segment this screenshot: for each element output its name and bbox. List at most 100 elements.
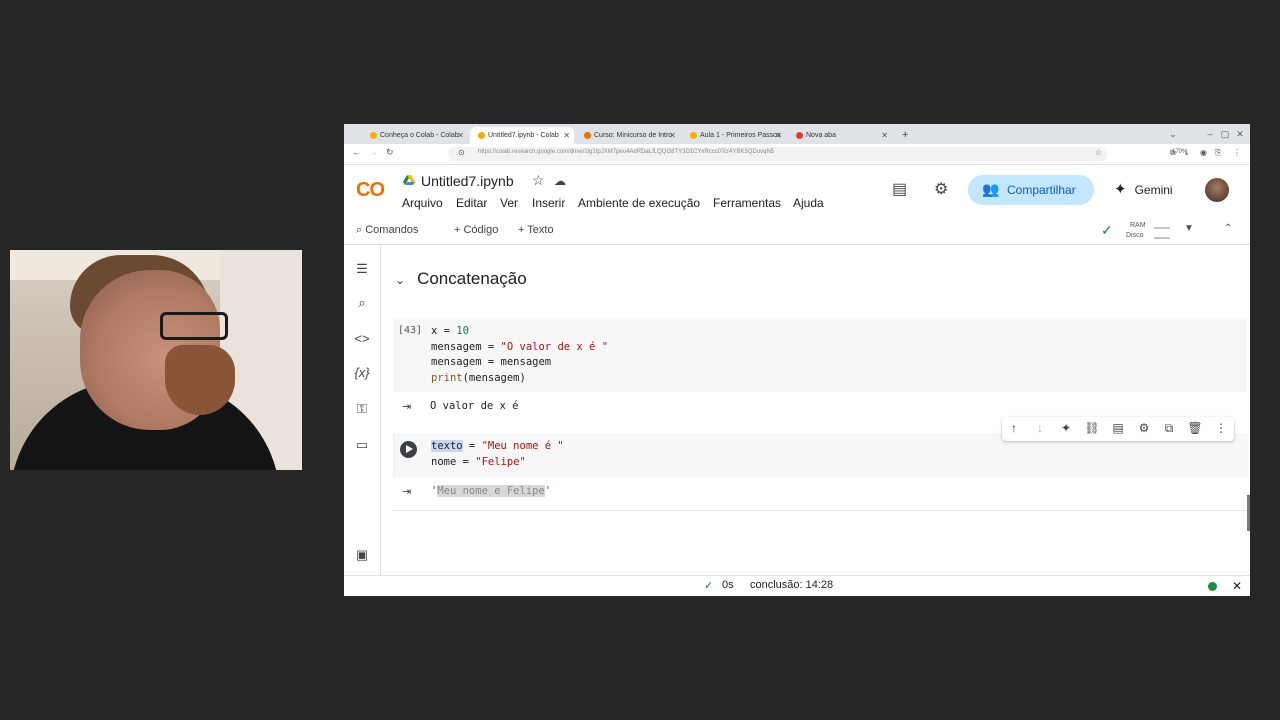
share-button[interactable]: 👥 Compartilhar bbox=[968, 175, 1094, 205]
add-text-button[interactable]: + Texto bbox=[518, 224, 554, 236]
tab-close-icon[interactable]: ✕ bbox=[881, 127, 888, 144]
browser-menu-icon[interactable]: ⋮ bbox=[1233, 148, 1241, 157]
star-icon[interactable]: ☆ bbox=[532, 172, 545, 189]
back-icon[interactable]: ← bbox=[352, 147, 361, 157]
maximize-icon[interactable]: ▢ bbox=[1219, 127, 1231, 141]
files-folder-icon[interactable]: ▭ bbox=[352, 437, 372, 453]
disk-label: Disco bbox=[1126, 232, 1144, 239]
terminal-icon[interactable]: ▣ bbox=[352, 547, 372, 563]
status-bar: ✓ 0s conclusão: 14:28 ✕ bbox=[344, 575, 1250, 596]
browser-tab[interactable]: Curso: Minicurso de Intro ✕ bbox=[576, 127, 680, 144]
browser-tab[interactable]: Aula 1 - Primeiros Passos ✕ bbox=[682, 127, 786, 144]
gemini-label: Gemini bbox=[1134, 183, 1173, 197]
browser-window: Conheça o Colab - Colab ✕ Untitled7.ipynb… bbox=[344, 124, 1250, 596]
cell-output: 'Meu nome e Felipe' bbox=[431, 485, 551, 497]
secrets-key-icon[interactable]: ⚿ bbox=[352, 401, 372, 417]
menu-ambiente-de-execucao[interactable]: Ambiente de execução bbox=[578, 196, 700, 210]
account-icon[interactable]: ◉ bbox=[1200, 148, 1207, 157]
output-toggle-icon[interactable]: ⇥ bbox=[402, 485, 411, 498]
tab-close-icon[interactable]: ✕ bbox=[457, 127, 464, 144]
gemini-spark-icon[interactable]: ✦ bbox=[1057, 421, 1075, 435]
ram-label: RAM bbox=[1130, 222, 1146, 229]
url-text: https://colab.research.google.com/drive/… bbox=[478, 149, 775, 155]
tab-close-icon[interactable]: ✕ bbox=[669, 127, 676, 144]
menu-ajuda[interactable]: Ajuda bbox=[793, 196, 824, 210]
tab-close-icon[interactable]: ✕ bbox=[563, 127, 570, 144]
comments-icon[interactable]: ▤ bbox=[892, 179, 907, 199]
tab-close-icon[interactable]: ✕ bbox=[775, 127, 782, 144]
reload-icon[interactable]: ↻ bbox=[386, 147, 394, 158]
execution-count: [43] bbox=[398, 325, 423, 336]
code-string: "Meu nome é " bbox=[481, 440, 564, 452]
bookmark-star-icon[interactable]: ☆ bbox=[1095, 148, 1102, 157]
completion-time: conclusão: 14:28 bbox=[750, 579, 834, 591]
more-options-icon[interactable]: ⋮ bbox=[1212, 421, 1230, 435]
move-down-icon[interactable]: ↓ bbox=[1031, 421, 1049, 435]
find-replace-icon[interactable]: ⌕ bbox=[352, 295, 372, 311]
browser-tab[interactable]: Nova aba ✕ bbox=[788, 127, 892, 144]
code-snippets-icon[interactable]: <> bbox=[352, 331, 372, 346]
cell-settings-gear-icon[interactable]: ⚙ bbox=[1135, 421, 1153, 435]
add-code-button[interactable]: + Código bbox=[454, 224, 498, 236]
delete-trash-icon[interactable]: 🗑 bbox=[1186, 421, 1204, 435]
comment-icon[interactable]: ▤ bbox=[1109, 421, 1127, 435]
code-editor[interactable]: x = 10 mensagem = "O valor de x é " mens… bbox=[431, 324, 608, 386]
webcam-person-beard bbox=[165, 345, 235, 415]
code-token: mensagem = mensagem bbox=[431, 356, 552, 368]
output-toggle-icon[interactable]: ⇥ bbox=[402, 400, 411, 413]
menu-inserir[interactable]: Inserir bbox=[532, 196, 565, 210]
move-up-icon[interactable]: ↑ bbox=[1005, 421, 1023, 435]
section-heading[interactable]: ⌄ Concatenação bbox=[395, 269, 527, 289]
code-number: 10 bbox=[456, 325, 469, 337]
menu-editar[interactable]: Editar bbox=[456, 196, 487, 210]
code-editor[interactable]: texto = "Meu nome é " nome = "Felipe" bbox=[431, 439, 564, 470]
menu-ver[interactable]: Ver bbox=[500, 196, 518, 210]
close-status-icon[interactable]: ✕ bbox=[1232, 579, 1242, 593]
browser-tab[interactable]: Conheça o Colab - Colab ✕ bbox=[362, 127, 468, 144]
collapse-header-icon[interactable]: ⌃ bbox=[1224, 223, 1232, 234]
ram-bar bbox=[1154, 227, 1170, 229]
notebook-toolbar: ⌕ Comandos + Código + Texto ✓ RAM Disco … bbox=[344, 220, 1250, 245]
notebook-title[interactable]: Untitled7.ipynb bbox=[421, 173, 514, 189]
disk-bar bbox=[1154, 237, 1170, 239]
avatar[interactable] bbox=[1205, 178, 1229, 202]
code-token: nome = bbox=[431, 455, 476, 468]
new-tab-button[interactable]: + bbox=[902, 127, 908, 144]
commands-button[interactable]: ⌕ Comandos bbox=[356, 224, 418, 237]
variables-icon[interactable]: {x} bbox=[352, 365, 372, 380]
new-tab-favicon-icon bbox=[796, 131, 803, 139]
minimize-icon[interactable]: – bbox=[1204, 127, 1216, 141]
site-info-icon[interactable]: ⊙ bbox=[458, 148, 465, 157]
run-cell-button[interactable] bbox=[400, 441, 417, 458]
cloud-saved-icon[interactable]: ☁ bbox=[554, 174, 566, 188]
menu-arquivo[interactable]: Arquivo bbox=[402, 196, 443, 210]
scrollbar-thumb[interactable] bbox=[1247, 495, 1250, 531]
left-sidebar: ☰ ⌕ <> {x} ⚿ ▭ ▣ bbox=[344, 245, 381, 575]
url-field[interactable]: ⊙ https://colab.research.google.com/driv… bbox=[448, 147, 1187, 161]
close-window-icon[interactable]: ✕ bbox=[1234, 127, 1246, 141]
settings-gear-icon[interactable]: ⚙ bbox=[934, 179, 948, 199]
chevron-down-icon[interactable]: ⌄ bbox=[395, 273, 405, 287]
browser-tab-active[interactable]: Untitled7.ipynb - Colab ✕ bbox=[470, 127, 574, 144]
mirror-cell-icon[interactable]: ⧉ bbox=[1160, 421, 1178, 436]
tab-list-icon[interactable]: ⌄ bbox=[1167, 127, 1179, 141]
runtime-dropdown-icon[interactable]: ▼ bbox=[1184, 223, 1194, 234]
logo-text: CO bbox=[356, 179, 385, 201]
notebook-area: ⌄ Concatenação [43] x = 10 mensagem = "O … bbox=[381, 245, 1250, 575]
extensions-icon[interactable]: ⎘ bbox=[1215, 148, 1221, 158]
share-label: Compartilhar bbox=[1007, 183, 1076, 197]
table-of-contents-icon[interactable]: ☰ bbox=[352, 261, 372, 277]
selected-token: texto bbox=[431, 440, 463, 452]
gemini-button[interactable]: ✦ Gemini bbox=[1114, 180, 1173, 198]
menu-ferramentas[interactable]: Ferramentas bbox=[713, 196, 781, 210]
link-icon[interactable]: ⛓ bbox=[1083, 421, 1101, 435]
section-title: Concatenação bbox=[417, 269, 527, 288]
commands-label: Comandos bbox=[365, 224, 419, 236]
forward-icon[interactable]: → bbox=[369, 147, 378, 157]
execution-time: 0s bbox=[722, 579, 734, 591]
colab-favicon-icon bbox=[478, 131, 485, 139]
colab-logo[interactable]: CO bbox=[356, 179, 385, 202]
status-check-icon: ✓ bbox=[704, 580, 714, 592]
cast-icon[interactable]: ⧉ bbox=[1170, 148, 1176, 158]
download-icon[interactable]: ⤓ bbox=[1185, 148, 1189, 158]
